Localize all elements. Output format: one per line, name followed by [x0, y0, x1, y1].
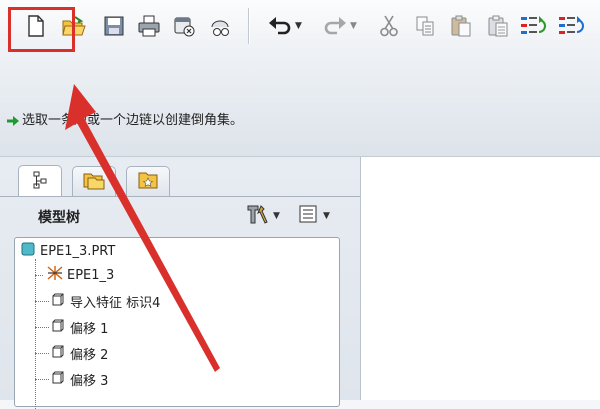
graphics-window[interactable]	[361, 157, 600, 400]
tree-item[interactable]: 导入特征 标识4	[35, 290, 160, 312]
tree-item[interactable]: 偏移 3	[35, 368, 108, 390]
settings-tools-icon	[246, 204, 270, 228]
new-file-highlight-box	[8, 7, 75, 52]
save-icon	[103, 15, 125, 37]
regenerate-model-button[interactable]	[518, 9, 552, 43]
tree-item-label: 导入特征 标识4	[70, 295, 161, 311]
feature-icon	[52, 293, 64, 310]
part-icon	[21, 242, 35, 260]
copy-button[interactable]	[412, 9, 438, 43]
model-tree-title: 模型树	[38, 210, 80, 226]
tree-item[interactable]: EPE1_3	[35, 264, 114, 286]
show-dropdown-icon: ▼	[323, 211, 330, 221]
paste-special-icon	[487, 15, 509, 37]
save-button[interactable]	[100, 9, 128, 43]
tree-item-label: 偏移 1	[70, 321, 109, 337]
regen-manager-button[interactable]	[556, 9, 590, 43]
tree-connector	[35, 300, 49, 302]
paste-special-button[interactable]	[484, 9, 512, 43]
navigator-panel: 模型树 ▼ ▼ EPE1_3.PRT EPE1_3 导入特征 标识4 偏移 1 …	[0, 157, 361, 409]
tab-folder-browser[interactable]	[72, 166, 116, 196]
tree-item-label: 偏移 3	[70, 373, 109, 389]
green-arrow-icon	[6, 112, 20, 131]
model-tree-settings-button[interactable]: ▼	[246, 205, 280, 227]
message-text: 选取一条边或一个边链以创建倒角集。	[22, 113, 244, 128]
settings-dropdown-icon: ▼	[273, 211, 280, 221]
tree-root-item[interactable]: EPE1_3.PRT	[21, 240, 115, 262]
feature-icon	[52, 371, 64, 388]
feature-icon	[52, 345, 64, 362]
toolbar-separator	[248, 8, 249, 44]
tree-item-label: EPE1_3.PRT	[40, 243, 116, 259]
tree-item[interactable]: 偏移 1	[35, 316, 108, 338]
main-toolbar: ▼ ▼	[0, 0, 600, 52]
print-button[interactable]	[134, 9, 164, 43]
message-area: 选取一条边或一个边链以创建倒角集。	[0, 52, 600, 157]
undo-dropdown-icon[interactable]: ▼	[295, 21, 302, 31]
copy-icon	[415, 15, 435, 37]
paste-icon	[450, 15, 472, 37]
favorites-icon	[137, 170, 159, 194]
tree-connector	[35, 378, 49, 380]
regen-manager-icon	[558, 14, 588, 38]
tree-connector	[35, 274, 43, 276]
print-icon	[137, 15, 161, 37]
tab-favorites[interactable]	[126, 166, 170, 196]
regen-model-icon	[520, 14, 550, 38]
paste-button[interactable]	[446, 9, 476, 43]
tree-item-label: 偏移 2	[70, 347, 109, 363]
tree-connector	[35, 326, 49, 328]
regenerate-button[interactable]	[206, 9, 236, 43]
show-list-icon	[298, 204, 320, 228]
model-tree-show-button[interactable]: ▼	[298, 205, 330, 227]
feature-icon	[52, 319, 64, 336]
close-window-button[interactable]	[170, 9, 198, 43]
cut-icon	[380, 15, 398, 37]
redo-dropdown-icon[interactable]: ▼	[350, 21, 357, 31]
undo-button[interactable]: ▼	[262, 9, 308, 43]
redo-button[interactable]: ▼	[318, 9, 362, 43]
regenerate-icon	[208, 15, 234, 37]
tab-model-tree[interactable]	[18, 165, 62, 197]
model-tree: EPE1_3.PRT EPE1_3 导入特征 标识4 偏移 1 偏移 2 偏移 …	[14, 237, 340, 409]
coordinate-system-icon	[46, 265, 64, 285]
redo-icon	[323, 16, 347, 36]
cut-button[interactable]	[376, 9, 402, 43]
tree-item[interactable]: 偏移 2	[35, 342, 108, 364]
model-tree-icon	[31, 170, 49, 194]
undo-icon	[268, 16, 292, 36]
tab-divider	[0, 196, 360, 197]
folder-browser-icon	[82, 170, 106, 194]
close-window-icon	[172, 15, 196, 37]
tree-item-label: EPE1_3	[67, 267, 115, 283]
tree-connector	[35, 352, 49, 354]
